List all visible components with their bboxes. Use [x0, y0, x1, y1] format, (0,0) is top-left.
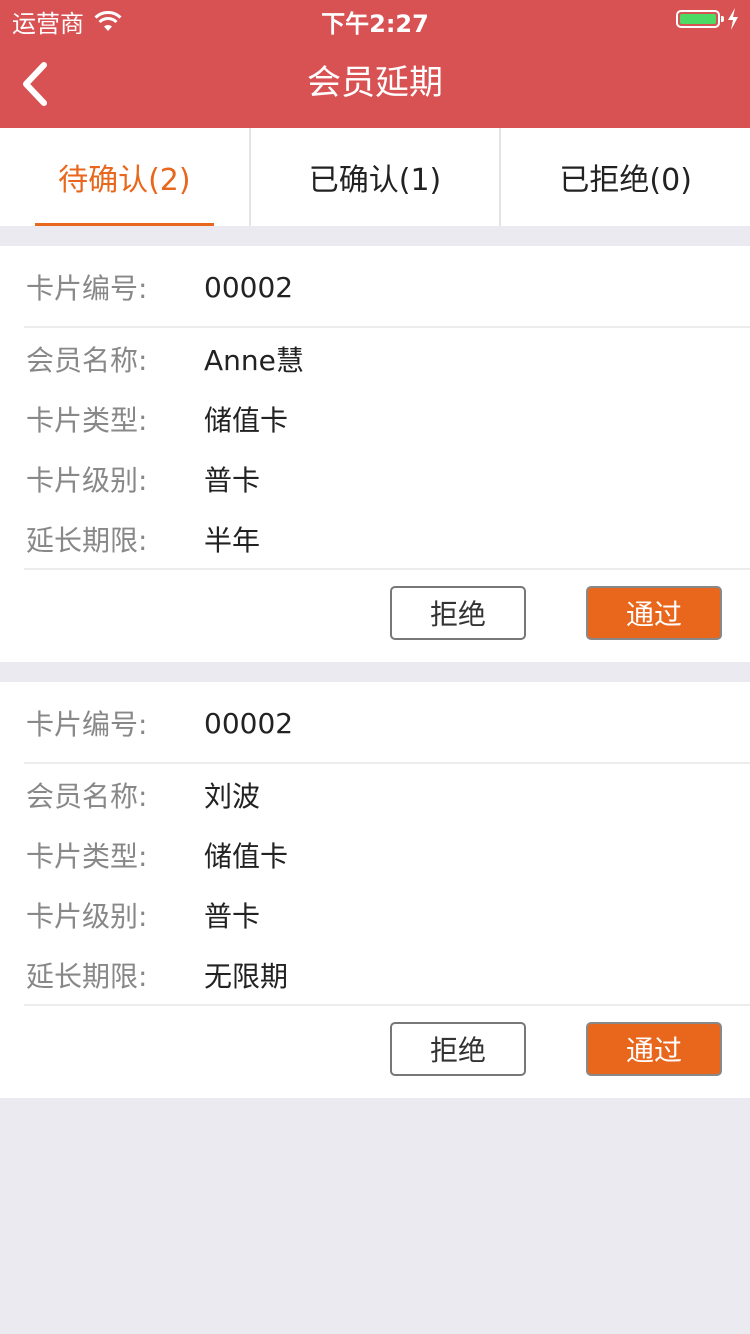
battery-icon [676, 10, 724, 28]
status-time: 下午2:27 [321, 10, 429, 38]
extend-period-value: 半年 [204, 524, 261, 557]
card-level-value: 普卡 [204, 900, 261, 933]
divider [24, 326, 750, 328]
card-number-label: 卡片编号: [26, 708, 148, 741]
card-type-label: 卡片类型: [26, 840, 148, 873]
tab-confirmed-label: 已确认(1) [308, 163, 442, 198]
charging-bolt-icon [728, 8, 738, 30]
request-card: 卡片编号: 00002 会员名称: Anne慧 卡片类型: 储值卡 卡片级别: … [0, 246, 750, 662]
member-name-value: Anne慧 [204, 344, 304, 377]
card-level-label: 卡片级别: [26, 464, 148, 497]
approve-button[interactable]: 通过 [586, 586, 722, 640]
status-bar: 运营商 下午2:27 [0, 0, 750, 40]
approve-button[interactable]: 通过 [586, 1022, 722, 1076]
active-tab-indicator [35, 223, 214, 226]
card-number-value: 00002 [204, 270, 294, 304]
card-type-row: 卡片类型: 储值卡 [26, 389, 750, 449]
divider [24, 1004, 750, 1006]
card-number-label: 卡片编号: [26, 272, 148, 305]
status-tabs: 待确认(2) 已确认(1) 已拒绝(0) [0, 128, 750, 226]
card-type-label: 卡片类型: [26, 404, 148, 437]
card-level-row: 卡片级别: 普卡 [26, 885, 750, 945]
divider [24, 762, 750, 764]
reject-button[interactable]: 拒绝 [390, 1022, 526, 1076]
nav-header: 运营商 下午2:27 会员延期 [0, 0, 750, 128]
reject-button[interactable]: 拒绝 [390, 586, 526, 640]
card-type-value: 储值卡 [204, 840, 289, 873]
extend-period-value: 无限期 [204, 960, 289, 993]
battery-fill [680, 14, 716, 24]
tab-confirmed[interactable]: 已确认(1) [248, 128, 500, 226]
tab-pending[interactable]: 待确认(2) [0, 128, 249, 226]
extend-period-row: 延长期限: 半年 [26, 509, 750, 569]
member-name-value: 刘波 [204, 780, 261, 813]
divider [24, 568, 750, 570]
card-number-row: 卡片编号: 00002 [26, 257, 750, 317]
member-name-row: 会员名称: 刘波 [26, 765, 750, 825]
card-level-row: 卡片级别: 普卡 [26, 449, 750, 509]
extend-period-label: 延长期限: [26, 524, 148, 557]
card-number-value: 00002 [204, 706, 294, 740]
battery-indicator [676, 8, 740, 30]
request-card: 卡片编号: 00002 会员名称: 刘波 卡片类型: 储值卡 卡片级别: 普卡 … [0, 682, 750, 1098]
card-type-row: 卡片类型: 储值卡 [26, 825, 750, 885]
card-level-label: 卡片级别: [26, 900, 148, 933]
tab-rejected-label: 已拒绝(0) [559, 163, 692, 198]
page-title: 会员延期 [307, 63, 443, 103]
card-type-value: 储值卡 [204, 404, 289, 437]
member-name-row: 会员名称: Anne慧 [26, 329, 750, 389]
card-number-row: 卡片编号: 00002 [26, 693, 750, 753]
tab-pending-label: 待确认(2) [58, 163, 191, 198]
tab-rejected[interactable]: 已拒绝(0) [499, 128, 750, 226]
extend-period-row: 延长期限: 无限期 [26, 945, 750, 1005]
member-name-label: 会员名称: [26, 344, 148, 377]
member-name-label: 会员名称: [26, 780, 148, 813]
extend-period-label: 延长期限: [26, 960, 148, 993]
card-level-value: 普卡 [204, 464, 261, 497]
